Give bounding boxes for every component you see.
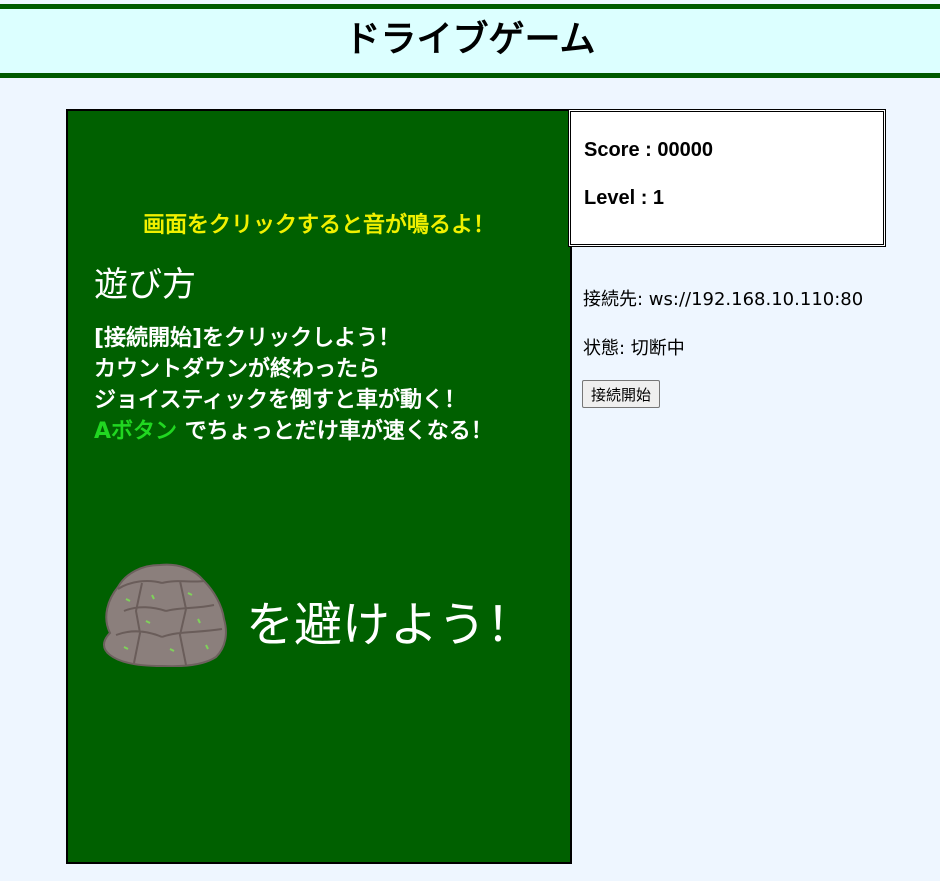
page-title: ドライブゲーム <box>344 19 596 60</box>
howto-instructions: [接続開始]をクリックしよう！ カウントダウンが終わったら ジョイスティックを倒… <box>94 323 493 447</box>
howto-line: カウントダウンが終わったら <box>94 357 381 382</box>
page-header: ドライブゲーム <box>0 4 940 78</box>
sound-notice: 画面をクリックすると音が鳴るよ！ <box>142 213 495 238</box>
howto-line: Aボタン でちょっとだけ車が速くなる！ <box>94 416 493 447</box>
scoreboard: Score : 00000 Level : 1 <box>568 109 886 247</box>
connect-button[interactable]: 接続開始 <box>582 380 661 408</box>
howto-line-rest: でちょっとだけ車が速くなる！ <box>177 419 493 444</box>
howto-line: [接続開始]をクリックしよう！ <box>94 326 401 351</box>
game-canvas[interactable]: 画面をクリックすると音が鳴るよ！ 遊び方 [接続開始]をクリックしよう！ カウン… <box>66 109 572 864</box>
connection-status: 状態: 切断中 <box>583 338 685 359</box>
connection-target: 接続先: ws://192.168.10.110:80 <box>583 289 864 310</box>
howto-title: 遊び方 <box>94 265 196 305</box>
a-button-label: Aボタン <box>94 419 178 444</box>
avoid-rocks-text: を避けよう！ <box>246 597 535 653</box>
howto-line: ジョイスティックを倒すと車が動く！ <box>94 388 467 413</box>
rock-icon <box>103 563 227 667</box>
level-value: Level : 1 <box>584 187 665 209</box>
score-value: Score : 00000 <box>584 139 713 161</box>
